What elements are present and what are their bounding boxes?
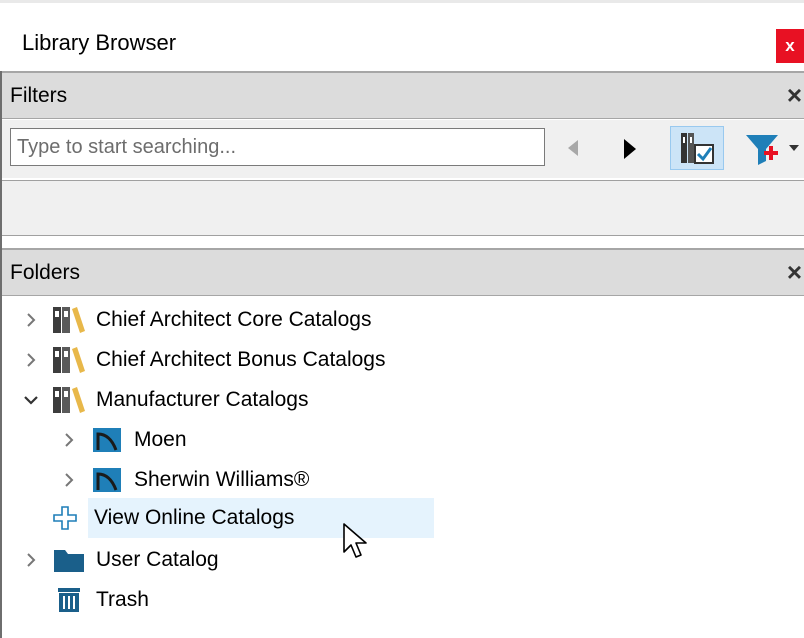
tree-item-label: Manufacturer Catalogs <box>96 388 309 411</box>
triangle-left-icon <box>568 140 578 156</box>
folders-close-button[interactable]: × <box>787 257 802 287</box>
chevron-right-icon[interactable] <box>20 302 42 338</box>
folder-tree: Chief Architect Core Catalogs Chief Arch… <box>2 296 804 638</box>
filters-header-label: Filters <box>10 84 68 107</box>
filters-toolbar <box>2 120 804 178</box>
folders-panel-header: Folders × <box>2 248 804 296</box>
tree-item-sherwin-williams[interactable]: Sherwin Williams® <box>58 462 309 498</box>
folder-icon <box>52 545 86 575</box>
chevron-right-icon[interactable] <box>58 462 80 498</box>
triangle-right-icon <box>624 139 636 159</box>
filter-add-icon <box>746 135 778 165</box>
filters-panel-header: Filters × <box>2 71 804 119</box>
close-window-button[interactable]: x <box>776 29 804 63</box>
filters-close-button[interactable]: × <box>787 80 802 110</box>
tree-item-bonus-catalogs[interactable]: Chief Architect Bonus Catalogs <box>20 342 386 378</box>
window-title: Library Browser <box>22 30 177 55</box>
plus-icon <box>50 502 80 534</box>
catalog-selection-toggle-button[interactable] <box>670 126 724 170</box>
tree-item-manufacturer-catalogs[interactable]: Manufacturer Catalogs <box>20 382 308 418</box>
catalog-checklist-icon <box>681 133 714 164</box>
chevron-down-icon[interactable] <box>20 382 42 418</box>
search-input[interactable] <box>10 128 545 166</box>
tree-item-label: Chief Architect Core Catalogs <box>96 308 372 331</box>
tree-item-trash[interactable]: Trash <box>52 582 149 618</box>
tree-item-user-catalog[interactable]: User Catalog <box>20 542 219 578</box>
tree-item-label: Sherwin Williams® <box>134 468 310 491</box>
tree-item-label: Moen <box>134 428 187 451</box>
view-online-catalogs-label: View Online Catalogs <box>94 506 295 529</box>
tree-item-moen[interactable]: Moen <box>58 422 187 458</box>
title-bar: Library Browser x <box>0 3 804 71</box>
library-books-icon <box>52 345 86 375</box>
trash-icon <box>52 585 86 615</box>
tree-item-label: Trash <box>96 588 149 611</box>
filters-area <box>2 180 804 236</box>
add-filter-button[interactable] <box>740 126 804 170</box>
chevron-right-icon[interactable] <box>58 422 80 458</box>
manufacturer-catalog-icon <box>90 425 124 455</box>
dropdown-arrow-icon <box>789 145 799 151</box>
folders-header-label: Folders <box>10 261 81 284</box>
tree-item-label: Chief Architect Bonus Catalogs <box>96 348 386 371</box>
library-books-icon <box>52 305 86 335</box>
tree-item-view-online-catalogs[interactable]: View Online Catalogs <box>88 498 434 538</box>
chevron-right-icon[interactable] <box>20 342 42 378</box>
tree-item-label: User Catalog <box>96 548 219 571</box>
library-books-icon <box>52 385 86 415</box>
mouse-cursor-icon <box>343 523 367 558</box>
manufacturer-catalog-icon <box>90 465 124 495</box>
previous-button[interactable] <box>558 132 588 164</box>
chevron-right-icon[interactable] <box>20 542 42 578</box>
next-button[interactable] <box>608 130 652 168</box>
tree-item-core-catalogs[interactable]: Chief Architect Core Catalogs <box>20 302 371 338</box>
